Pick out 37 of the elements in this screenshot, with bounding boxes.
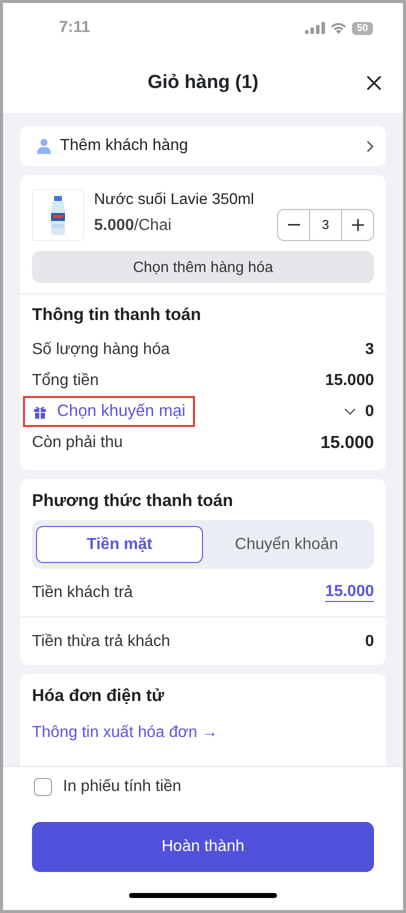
invoice-info-link[interactable]: Thông tin xuất hóa đơn → (20, 724, 230, 742)
row-label: Còn phải thu (32, 434, 123, 452)
signal-icon (304, 22, 325, 34)
product-price: 5.000/Chai (94, 217, 172, 235)
row-value: 0 (365, 632, 374, 650)
checkbox[interactable] (34, 778, 52, 796)
cart-title: Giỏ hàng (1) (148, 72, 258, 94)
product-name: Nước suối Lavie 350ml (94, 191, 256, 209)
gift-icon (33, 404, 47, 418)
row-label: Tiền thừa trả khách (32, 632, 170, 650)
add-items-button[interactable]: Chọn thêm hàng hóa (32, 251, 374, 283)
row-label: Tổng tiền (32, 372, 99, 390)
wifi-icon (330, 22, 347, 34)
row-value: 15.000 (320, 432, 374, 453)
row-label: Tiền khách trả (32, 584, 133, 602)
payment-method-tab[interactable]: Chuyển khoản (203, 526, 370, 563)
close-icon[interactable] (367, 76, 381, 90)
print-receipt-label: In phiếu tính tiền (63, 778, 182, 796)
person-icon (36, 138, 52, 154)
row-value: 0 (365, 402, 374, 420)
plus-icon (352, 219, 364, 231)
battery-level: 50 (352, 22, 373, 34)
add-customer-row[interactable]: Thêm khách hàng (20, 126, 386, 166)
minus-icon (288, 224, 300, 226)
choose-promotion-link[interactable]: Chọn khuyến mại (23, 396, 196, 427)
chevron-right-icon (366, 140, 374, 152)
chevron-down-icon[interactable] (344, 408, 356, 415)
done-button[interactable]: Hoàn thành (32, 822, 374, 872)
row-value: 15.000 (325, 372, 374, 390)
section-title: Hóa đơn điện tử (31, 686, 166, 706)
section-title: Phương thức thanh toán (31, 491, 234, 511)
row-value: 3 (365, 340, 374, 358)
amount-field[interactable]: 15.000 (325, 583, 374, 602)
status-time: 7:11 (59, 19, 90, 37)
payment-method-tab[interactable]: Tiền mặt (36, 526, 203, 563)
row-label: Số lượng hàng hóa (32, 340, 170, 358)
section-title: Thông tin thanh toán (31, 305, 202, 325)
